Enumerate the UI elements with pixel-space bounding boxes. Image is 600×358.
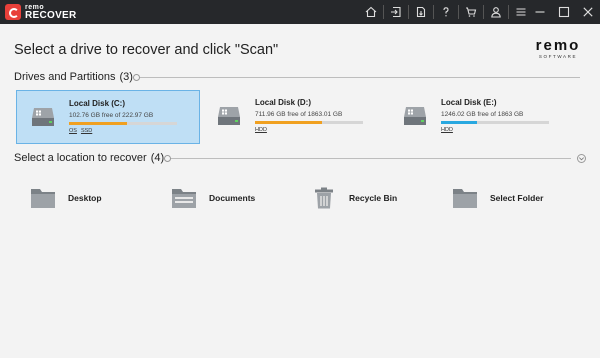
drive-card-e[interactable]: Local Disk (E:) 1246.02 GB free of 1863 …	[389, 90, 573, 144]
open-session-icon	[391, 6, 401, 18]
drive-free-space: 102.76 GB free of 222.97 GB	[69, 112, 154, 119]
drive-name: Local Disk (D:)	[255, 98, 312, 107]
hard-drive-icon	[32, 108, 54, 126]
drive-free-space: 711.96 GB free of 1863.01 GB	[255, 111, 343, 118]
drives-section-header: Drives and Partitions (3)	[14, 70, 586, 84]
save-file-icon	[416, 6, 426, 18]
location-label: Select Folder	[490, 193, 544, 203]
drive-usage-bar	[255, 121, 363, 124]
maximize-icon	[558, 6, 570, 18]
help-button[interactable]	[434, 0, 458, 24]
app-product: RECOVER	[25, 9, 77, 21]
drives-count: (3)	[119, 71, 133, 83]
recycle-bin-icon	[315, 187, 333, 209]
drives-section-title: Drives and Partitions	[14, 71, 116, 83]
drive-tag-hdd: HDD	[441, 127, 453, 133]
open-session-button[interactable]	[384, 0, 408, 24]
location-label: Recycle Bin	[349, 193, 398, 203]
location-label: Documents	[209, 193, 256, 203]
drive-card-d[interactable]: Local Disk (D:) 711.96 GB free of 1863.0…	[203, 90, 387, 144]
expand-toggle[interactable]	[577, 153, 586, 163]
chevron-down-icon	[579, 156, 584, 160]
close-button[interactable]	[576, 0, 600, 24]
location-label: Desktop	[68, 193, 102, 203]
section-divider	[132, 73, 580, 81]
page-title: Select a drive to recover and click "Sca…	[14, 42, 279, 58]
minimize-button[interactable]	[528, 0, 552, 24]
drive-card-c[interactable]: Local Disk (C:) 102.76 GB free of 222.97…	[16, 90, 200, 144]
toolbar	[359, 0, 533, 24]
folder-icon	[31, 189, 55, 208]
drive-usage-fill	[441, 121, 477, 124]
hard-drive-icon	[404, 107, 426, 125]
brand-logo-main: remo	[535, 37, 581, 54]
drive-usage-fill	[255, 121, 322, 124]
remo-software-logo: remo SOFTWARE	[528, 38, 588, 59]
buy-button[interactable]	[459, 0, 483, 24]
folder-icon	[453, 189, 477, 208]
account-button[interactable]	[484, 0, 508, 24]
location-select-folder[interactable]: Select Folder	[452, 186, 543, 210]
user-icon	[491, 7, 501, 18]
locations-section-header: Select a location to recover (4)	[14, 151, 586, 165]
close-icon	[583, 7, 593, 17]
drive-usage-bar	[69, 122, 177, 125]
collapse-toggle-icon[interactable]	[132, 73, 140, 81]
hard-drive-icon	[218, 107, 240, 125]
brand-logo-sub: SOFTWARE	[538, 54, 578, 59]
remo-logo-icon	[5, 4, 21, 20]
home-button[interactable]	[359, 0, 383, 24]
help-icon	[443, 7, 449, 17]
drive-name: Local Disk (C:)	[69, 99, 126, 108]
drive-usage-fill	[69, 122, 128, 125]
home-icon	[365, 6, 377, 18]
section-divider	[164, 154, 571, 162]
minimize-icon	[535, 11, 545, 13]
location-recycle-bin[interactable]: Recycle Bin	[311, 186, 397, 210]
cart-icon	[466, 7, 477, 17]
documents-icon	[172, 189, 196, 208]
location-documents[interactable]: Documents	[171, 186, 255, 210]
window-controls	[528, 0, 600, 24]
collapse-toggle-icon[interactable]	[164, 154, 172, 162]
save-session-button[interactable]	[409, 0, 433, 24]
app-logo: remo RECOVER	[5, 0, 77, 24]
location-desktop[interactable]: Desktop	[30, 186, 102, 210]
title-bar: remo RECOVER	[0, 0, 600, 24]
drive-name: Local Disk (E:)	[441, 98, 497, 107]
drive-tag-os: OS	[69, 128, 77, 134]
drive-tag-hdd: HDD	[255, 127, 267, 133]
locations-count: (4)	[150, 152, 165, 164]
drive-tag-ssd: SSD	[80, 128, 93, 134]
hamburger-menu-icon	[516, 8, 526, 16]
drive-usage-bar	[441, 121, 549, 124]
drive-free-space: 1246.02 GB free of 1863 GB	[441, 111, 524, 118]
locations-section-title: Select a location to recover	[14, 152, 147, 164]
maximize-button[interactable]	[552, 0, 576, 24]
